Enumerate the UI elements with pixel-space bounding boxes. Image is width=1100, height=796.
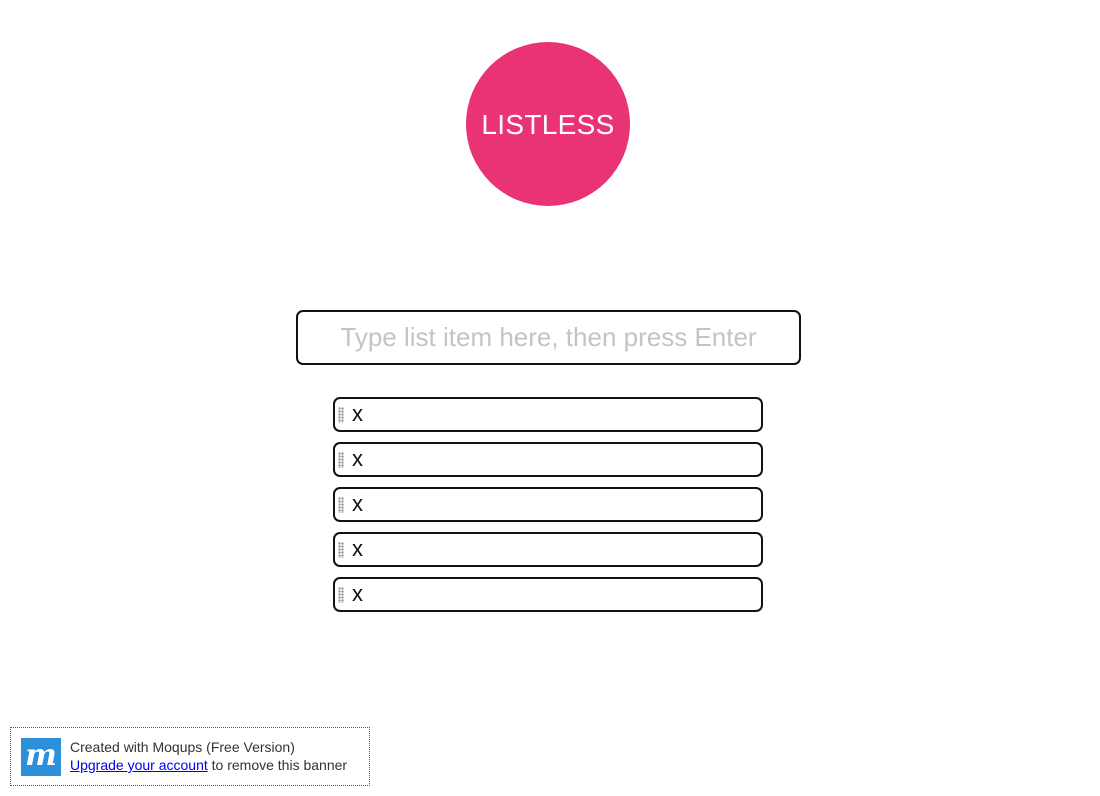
upgrade-account-link[interactable]: Upgrade your account (70, 757, 208, 773)
app-logo: LISTLESS (466, 42, 630, 206)
delete-item-button[interactable]: x (352, 445, 363, 473)
delete-item-button[interactable]: x (352, 490, 363, 518)
list-item[interactable]: x (333, 487, 763, 522)
drag-handle-icon[interactable] (338, 407, 344, 423)
drag-handle-icon[interactable] (338, 542, 344, 558)
moqups-logo-letter: m (25, 737, 57, 773)
drag-handle-icon[interactable] (338, 497, 344, 513)
list-item[interactable]: x (333, 577, 763, 612)
item-list: x x x x x (333, 397, 763, 622)
moqups-banner: m Created with Moqups (Free Version) Upg… (10, 727, 370, 786)
delete-item-button[interactable]: x (352, 580, 363, 608)
new-item-input[interactable] (296, 310, 801, 365)
banner-created-text: Created with Moqups (Free Version) (70, 739, 295, 755)
delete-item-button[interactable]: x (352, 535, 363, 563)
delete-item-button[interactable]: x (352, 400, 363, 428)
banner-remove-text: to remove this banner (207, 757, 348, 773)
drag-handle-icon[interactable] (338, 587, 344, 603)
list-item[interactable]: x (333, 442, 763, 477)
moqups-logo-icon: m (21, 738, 61, 776)
list-item[interactable]: x (333, 532, 763, 567)
list-item[interactable]: x (333, 397, 763, 432)
drag-handle-icon[interactable] (338, 452, 344, 468)
banner-upgrade-line: Upgrade your account to remove this bann… (70, 757, 347, 773)
app-logo-text: LISTLESS (481, 109, 615, 140)
